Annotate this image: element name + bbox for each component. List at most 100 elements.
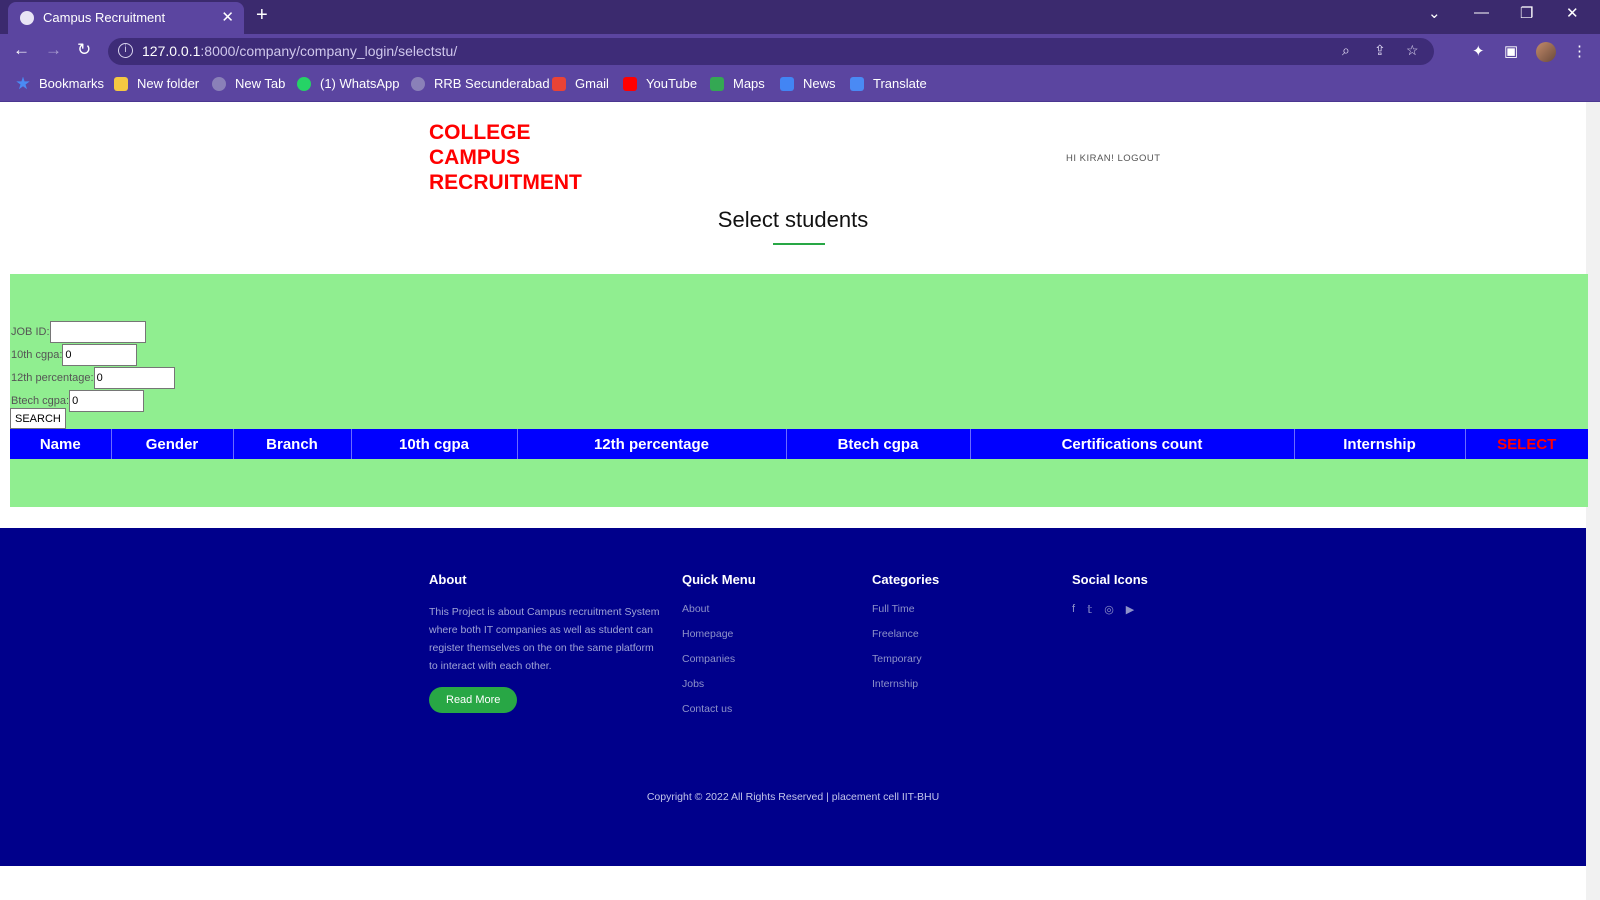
- job-id-label: JOB ID:: [11, 326, 50, 338]
- close-tab-icon[interactable]: ✕: [221, 8, 234, 26]
- bookmark-item[interactable]: Maps: [710, 76, 765, 91]
- bookmark-item[interactable]: YouTube: [623, 76, 697, 91]
- about-text: This Project is about Campus recruitment…: [429, 606, 660, 672]
- column-header-select: SELECT: [1497, 435, 1557, 453]
- footer-link[interactable]: Companies: [682, 653, 756, 678]
- table-header-row: Name Gender Branch 10th cgpa 12th percen…: [10, 429, 1588, 459]
- youtube-icon: [623, 76, 637, 91]
- column-header: Gender: [111, 429, 234, 459]
- facebook-icon[interactable]: f: [1072, 603, 1075, 616]
- job-id-input[interactable]: [49, 321, 146, 343]
- bookmark-star-icon[interactable]: ☆: [1406, 42, 1419, 59]
- page-scrollbar[interactable]: [1586, 102, 1600, 900]
- copyright-text: Copyright © 2022 All Rights Reserved | p…: [646, 791, 940, 803]
- brand-line: CAMPUS: [429, 146, 521, 169]
- footer-heading: Social Icons: [1072, 572, 1148, 587]
- side-panel-icon[interactable]: ▣: [1504, 42, 1518, 60]
- bookmark-item[interactable]: Bookmarks: [16, 76, 104, 91]
- footer-link[interactable]: About: [682, 603, 756, 628]
- column-header: Certifications count: [970, 429, 1295, 459]
- bookmarks-bar: Bookmarks New folder New Tab (1) WhatsAp…: [0, 68, 1600, 102]
- back-icon[interactable]: ←: [13, 40, 30, 60]
- star-icon: [16, 76, 30, 90]
- footer-link[interactable]: Full Time: [872, 603, 939, 628]
- btech-label: Btech cgpa:: [11, 395, 70, 407]
- new-tab-icon[interactable]: +: [256, 4, 268, 27]
- news-icon: [780, 76, 794, 91]
- maps-icon: [710, 76, 724, 91]
- instagram-icon[interactable]: ◎: [1104, 603, 1114, 616]
- menu-icon[interactable]: ⋮: [1572, 42, 1587, 60]
- footer-heading: Quick Menu: [682, 572, 756, 587]
- address-bar[interactable]: i 127.0.0.1:8000/company/company_login/s…: [108, 38, 1434, 65]
- page-title: Select students: [717, 207, 869, 232]
- footer-link[interactable]: Jobs: [682, 678, 756, 703]
- social-icons: f 𝕥 ◎ ▶: [1072, 603, 1148, 616]
- reload-icon[interactable]: ↻: [77, 40, 91, 60]
- bookmark-item[interactable]: New Tab: [212, 76, 285, 91]
- extensions-icon[interactable]: ✦: [1472, 42, 1485, 60]
- tab-title: Campus Recruitment: [43, 10, 166, 25]
- bookmark-item[interactable]: Translate: [850, 76, 927, 91]
- btech-cgpa-input[interactable]: [69, 390, 145, 412]
- profile-avatar[interactable]: [1536, 42, 1556, 62]
- footer-heading: About: [429, 572, 467, 587]
- minimize-icon[interactable]: —: [1474, 4, 1489, 21]
- twelfth-label: 12th percentage:: [11, 372, 94, 384]
- browser-toolbar: ← → ↻ i 127.0.0.1:8000/company/company_l…: [0, 34, 1600, 68]
- footer-link[interactable]: Temporary: [872, 653, 939, 678]
- bookmark-item[interactable]: (1) WhatsApp: [297, 76, 399, 91]
- bookmark-item[interactable]: News: [780, 76, 836, 91]
- bookmark-item[interactable]: RRB Secunderabad: [411, 76, 550, 91]
- site-info-icon[interactable]: i: [118, 43, 133, 58]
- globe-icon: [212, 76, 226, 91]
- footer-quick-menu: Quick Menu About Homepage Companies Jobs…: [682, 572, 756, 728]
- students-table: Name Gender Branch 10th cgpa 12th percen…: [10, 429, 1588, 459]
- site-favicon-icon: [20, 11, 34, 25]
- browser-tab-bar: Campus Recruitment ✕ + ⌄ — ❐ ✕: [0, 0, 1600, 34]
- footer-heading: Categories: [872, 572, 940, 587]
- search-panel: JOB ID: 10th cgpa: 12th percentage: Btec…: [10, 274, 1588, 507]
- title-underline: [773, 243, 825, 245]
- bookmark-item[interactable]: Gmail: [552, 76, 609, 91]
- youtube-icon[interactable]: ▶: [1126, 603, 1134, 616]
- browser-tab[interactable]: Campus Recruitment ✕: [8, 2, 244, 34]
- footer-link[interactable]: Contact us: [682, 703, 756, 728]
- translate-icon: [850, 76, 864, 91]
- footer-link[interactable]: Freelance: [872, 628, 939, 653]
- brand-line: RECRUITMENT: [429, 171, 582, 194]
- search-button[interactable]: SEARCH: [10, 408, 66, 429]
- logout-link[interactable]: HI KIRAN! LOGOUT: [1066, 153, 1161, 164]
- tenth-label: 10th cgpa:: [11, 349, 63, 361]
- column-header: 10th cgpa: [351, 429, 518, 459]
- column-header: Name: [10, 429, 112, 459]
- close-window-icon[interactable]: ✕: [1566, 4, 1579, 22]
- page-content: COLLEGE CAMPUS RECRUITMENT HI KIRAN! LOG…: [0, 102, 1588, 900]
- zoom-icon[interactable]: ⌕: [1342, 42, 1350, 59]
- share-icon[interactable]: ⇪: [1374, 42, 1386, 59]
- bookmark-item[interactable]: New folder: [114, 76, 199, 91]
- twelfth-row: 12th percentage:: [11, 367, 175, 389]
- footer-link[interactable]: Internship: [872, 678, 939, 703]
- folder-icon: [114, 76, 128, 91]
- twitter-icon[interactable]: 𝕥: [1087, 603, 1092, 616]
- column-header: Branch: [233, 429, 352, 459]
- job-id-row: JOB ID:: [11, 321, 146, 343]
- restore-icon[interactable]: ❐: [1520, 4, 1533, 22]
- tenth-cgpa-input[interactable]: [62, 344, 138, 366]
- tab-search-icon[interactable]: ⌄: [1428, 4, 1441, 22]
- url-text: 127.0.0.1:8000/company/company_login/sel…: [142, 43, 458, 59]
- column-header: Internship: [1294, 429, 1466, 459]
- footer-link[interactable]: Homepage: [682, 628, 756, 653]
- footer-about: About This Project is about Campus recru…: [429, 572, 664, 713]
- forward-icon[interactable]: →: [45, 40, 62, 60]
- site-logo[interactable]: COLLEGE CAMPUS RECRUITMENT: [429, 120, 609, 195]
- brand-line: COLLEGE: [429, 121, 531, 144]
- gmail-icon: [552, 76, 566, 91]
- globe-icon: [411, 76, 425, 91]
- column-header: Btech cgpa: [786, 429, 971, 459]
- twelfth-percentage-input[interactable]: [93, 367, 175, 389]
- whatsapp-icon: [297, 76, 311, 91]
- read-more-button[interactable]: Read More: [429, 687, 518, 713]
- tenth-row: 10th cgpa:: [11, 344, 138, 366]
